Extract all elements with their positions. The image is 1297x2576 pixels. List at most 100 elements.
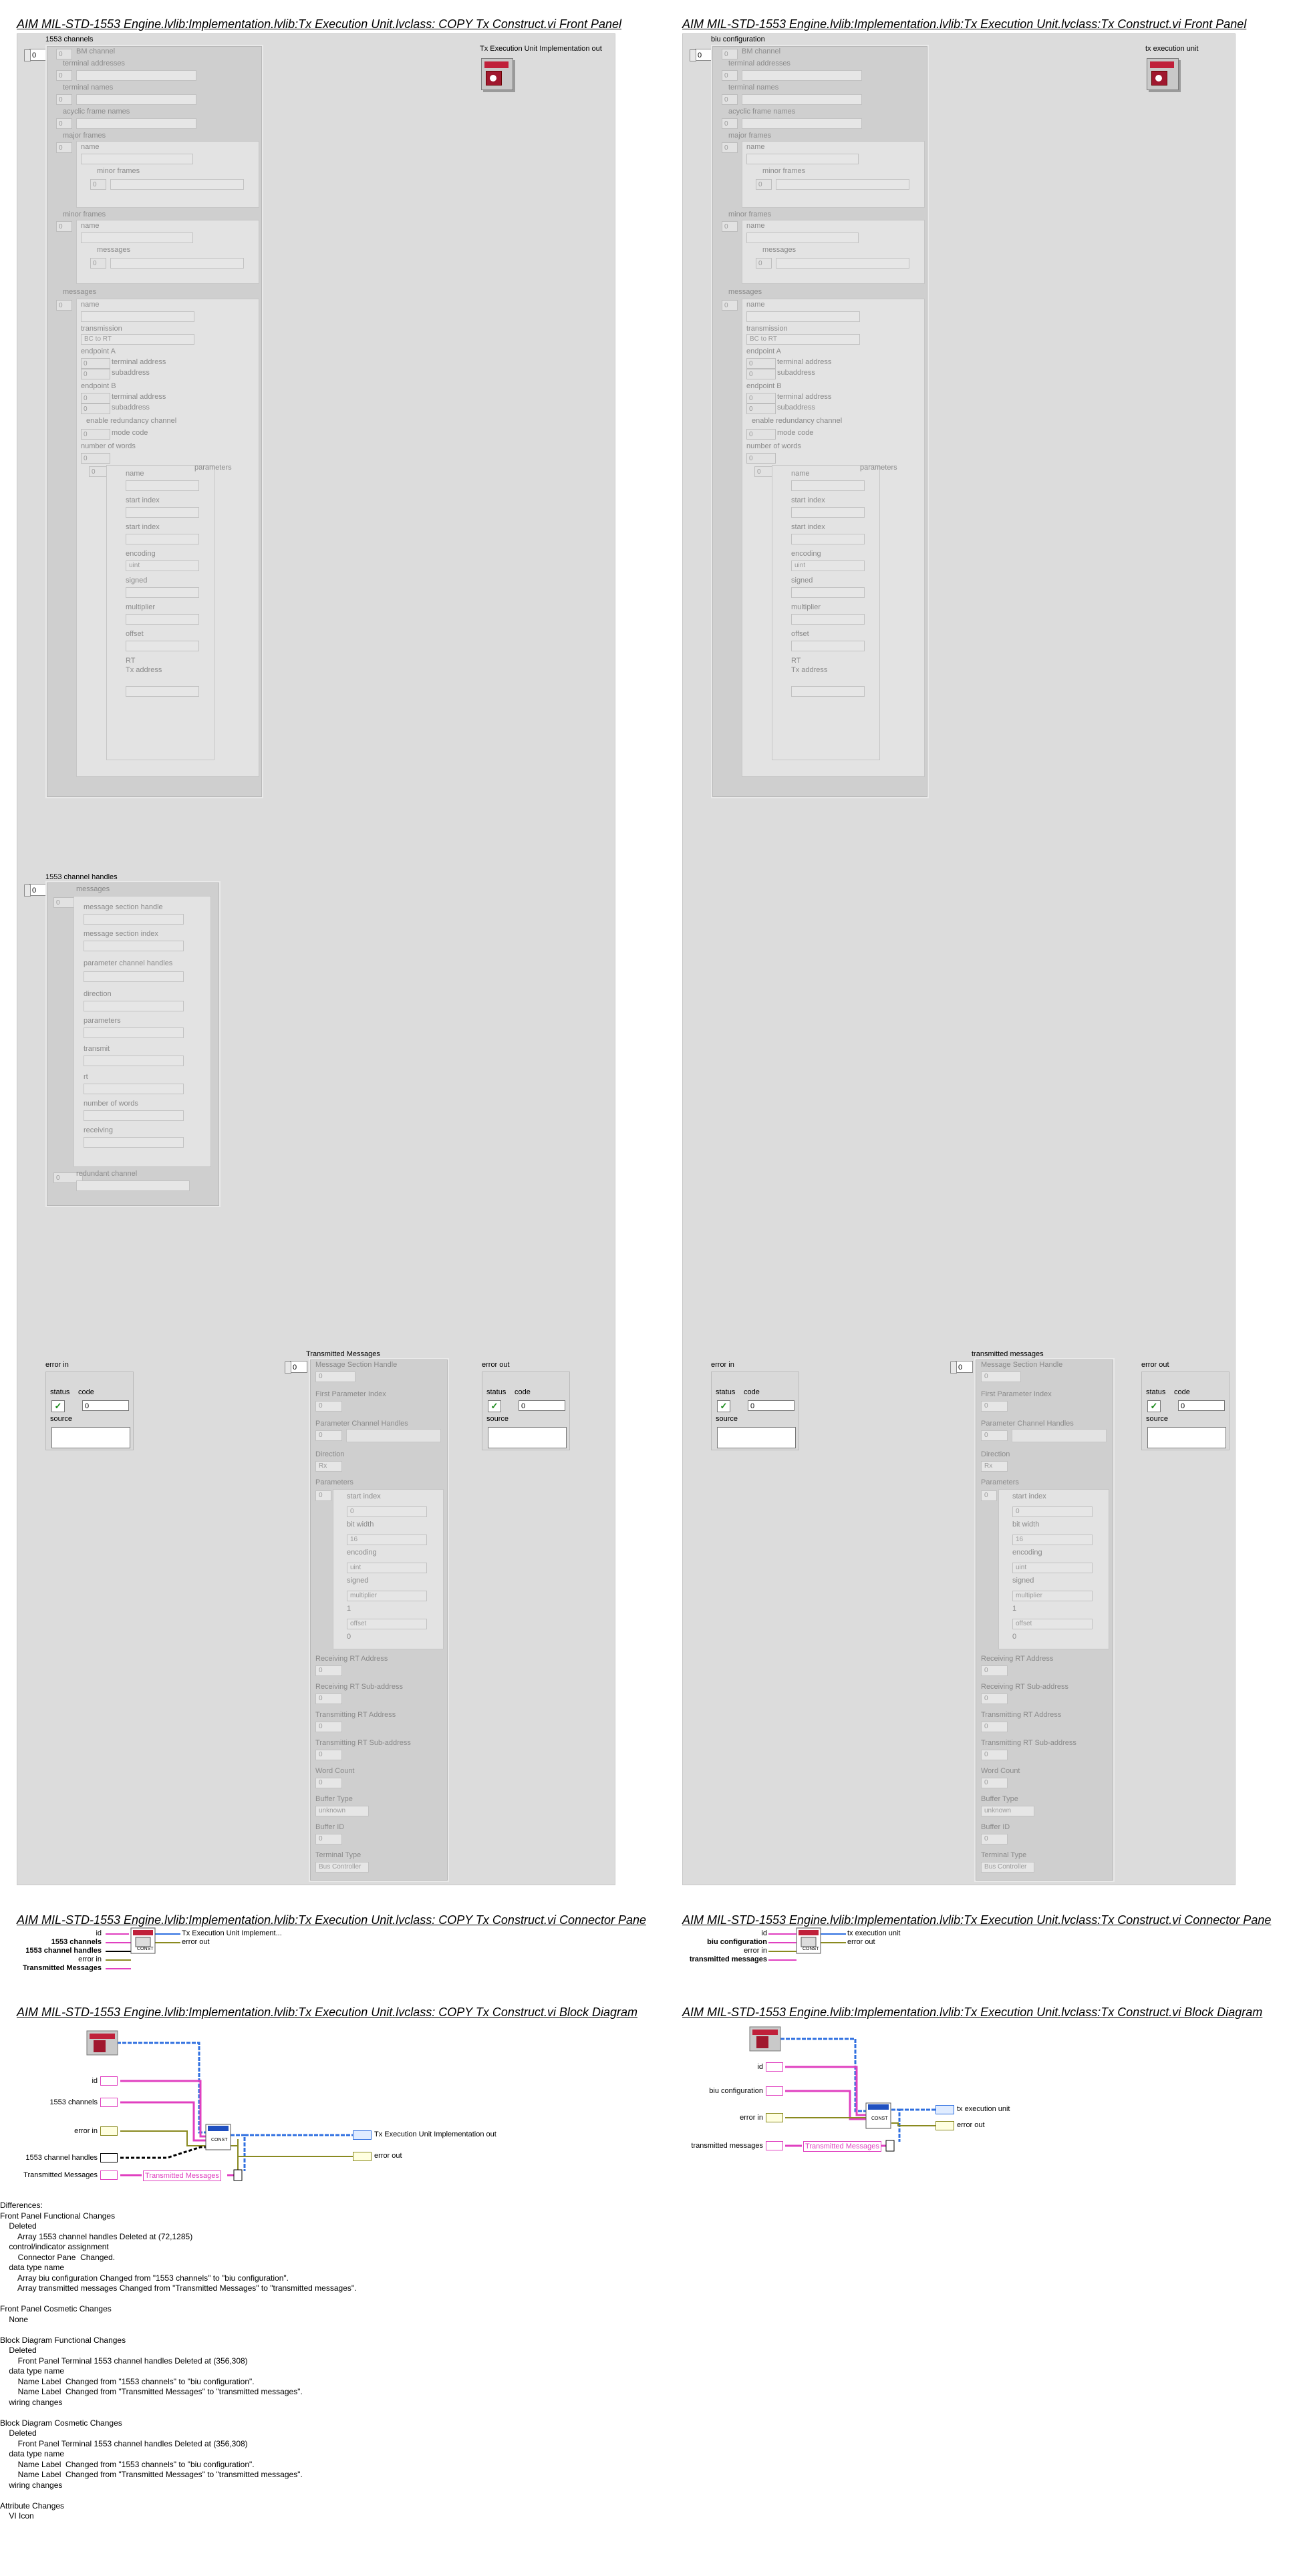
handles-cluster[interactable]: messages 0 message section handle message s… — [45, 881, 221, 1207]
major-frames-subcluster: name minor frames 0 — [76, 141, 259, 208]
cluster-field — [76, 70, 196, 81]
cp-output-label: Tx Execution Unit Implement... — [182, 1929, 282, 1937]
msg-field-label: First Parameter Index — [315, 1390, 386, 1398]
bd-subvi-label: CONST — [871, 2116, 888, 2121]
pch-subcluster — [1012, 1429, 1107, 1442]
cp-output-label: tx execution unit — [847, 1929, 901, 1937]
error-in-cluster[interactable]: status code ✓ 0 source — [45, 1372, 134, 1450]
bd-input-terminal[interactable] — [100, 2170, 118, 2180]
cluster-field — [791, 686, 865, 697]
diff-line: Name Label Changed from "1553 channels" … — [0, 2376, 255, 2386]
msgs-index[interactable]: 0 — [285, 1361, 307, 1374]
bd-output-terminal[interactable] — [935, 2121, 954, 2130]
cluster-field: BC to RT — [81, 334, 194, 345]
bd-input-terminal[interactable] — [100, 2076, 118, 2086]
messages-cluster[interactable]: Message Section Handle 0 First Parameter I… — [974, 1358, 1115, 1882]
cluster-label: start index — [126, 523, 160, 531]
msg-field-label: Parameters — [315, 1478, 353, 1486]
cluster-field — [742, 70, 862, 81]
cluster-label: transmit — [84, 1045, 110, 1053]
source-indicator — [1147, 1427, 1226, 1448]
cluster-field — [84, 1110, 184, 1121]
cluster-label: subaddress — [112, 369, 150, 377]
bd-inline-messages: Transmitted Messages — [803, 2141, 881, 2152]
source-field[interactable] — [717, 1427, 796, 1448]
minor-frames-subcluster: name messages 0 — [742, 220, 925, 284]
status-label: status — [716, 1388, 736, 1396]
param-value: offset — [347, 1619, 427, 1629]
cluster-index: 0 — [722, 142, 738, 153]
msgs-label: transmitted messages — [972, 1350, 1044, 1358]
minor-frames-subcluster: name messages 0 — [76, 220, 259, 284]
param-label: signed — [1012, 1577, 1034, 1585]
cp-input-label: error in — [78, 1955, 102, 1963]
handles-index[interactable]: 0 — [24, 884, 47, 897]
bd-output-terminal[interactable] — [353, 2130, 372, 2140]
status-checkbox[interactable]: ✓ — [717, 1400, 730, 1412]
bd-output-terminal[interactable] — [935, 2105, 954, 2114]
cluster-label: parameter channel handles — [84, 959, 173, 967]
msgs-index[interactable]: 0 — [950, 1361, 973, 1374]
source-field[interactable] — [51, 1427, 130, 1448]
cluster-label: major frames — [63, 132, 106, 140]
cluster-label: minor frames — [728, 210, 772, 218]
msg-field-value: 0 — [981, 1750, 1008, 1760]
messages-cluster[interactable]: Message Section Handle 0 First Parameter I… — [309, 1358, 449, 1882]
biu-configuration-index[interactable]: 0 — [690, 49, 712, 61]
msg-field-label: Buffer Type — [315, 1795, 353, 1803]
bd-input-terminal[interactable] — [100, 2153, 118, 2162]
cp-input-label: id — [761, 1929, 767, 1937]
cluster-index: 0 — [756, 179, 772, 190]
cluster-label: terminal address — [777, 358, 832, 366]
cluster-index: 0 — [722, 300, 738, 311]
cp-input-label: 1553 channel handles — [25, 1947, 102, 1955]
cluster-numeric: 0 — [746, 393, 776, 404]
diff-line: Array biu configuration Changed from "15… — [0, 2273, 289, 2283]
msg-field-label: Message Section Handle — [981, 1361, 1063, 1369]
status-checkbox[interactable]: ✓ — [51, 1400, 65, 1412]
msg-field-value: 0 — [315, 1665, 342, 1676]
code-field[interactable]: 0 — [82, 1400, 129, 1411]
param-value: 16 — [1012, 1535, 1093, 1545]
channels-cluster[interactable]: 0 BM channel terminal addresses 0 terminal n… — [45, 45, 263, 798]
bd-input-terminal[interactable] — [766, 2141, 783, 2150]
cluster-field — [84, 1137, 184, 1148]
msg-field-label: Terminal Type — [315, 1851, 362, 1859]
cluster-label: terminal address — [777, 393, 832, 401]
source-label: source — [486, 1415, 509, 1423]
cp-output-label: error out — [182, 1938, 210, 1946]
diff-line: Block Diagram Cosmetic Changes — [0, 2418, 122, 2428]
msg-field-value: 0 — [981, 1778, 1008, 1788]
param-value: uint — [347, 1563, 427, 1573]
cluster-field — [84, 1001, 184, 1011]
bd-input-terminal[interactable] — [766, 2086, 783, 2096]
biu-configuration-cluster[interactable]: 0 BM channel terminal addresses 0 terminal n… — [711, 45, 929, 798]
status-label: status — [50, 1388, 70, 1396]
msg-field-label: Receiving RT Sub-address — [981, 1683, 1069, 1691]
diff-line: Deleted — [0, 2428, 37, 2438]
bd-input-terminal[interactable] — [766, 2062, 783, 2072]
cluster-field — [76, 1180, 190, 1191]
channels-index[interactable]: 0 — [24, 49, 47, 61]
error-in-cluster[interactable]: status code ✓ 0 source — [711, 1372, 799, 1450]
cluster-field — [126, 480, 199, 491]
bd-output-terminal[interactable] — [353, 2152, 372, 2161]
error-out-label: error out — [482, 1361, 510, 1369]
code-label: code — [78, 1388, 94, 1396]
cluster-label: message section handle — [84, 903, 163, 911]
bd-input-terminal[interactable] — [766, 2113, 783, 2122]
bd-input-terminal[interactable] — [100, 2126, 118, 2136]
msgs-label: Transmitted Messages — [306, 1350, 380, 1358]
cluster-numeric: 0 — [81, 429, 110, 440]
param-label: 1 — [1012, 1605, 1017, 1613]
diff-line: Deleted — [0, 2346, 37, 2355]
cluster-label: terminal names — [63, 84, 114, 92]
cp-input-label: biu configuration — [707, 1938, 767, 1946]
left-connector-pane-title: AIM MIL-STD-1553 Engine.lvlib:Implementa… — [17, 1913, 647, 1927]
code-field[interactable]: 0 — [748, 1400, 795, 1411]
code-label: code — [1174, 1388, 1190, 1396]
cluster-label: name — [126, 470, 144, 478]
bd-input-terminal[interactable] — [100, 2098, 118, 2107]
cluster-label: signed — [791, 577, 813, 585]
cluster-label: redundant channel — [76, 1170, 138, 1178]
